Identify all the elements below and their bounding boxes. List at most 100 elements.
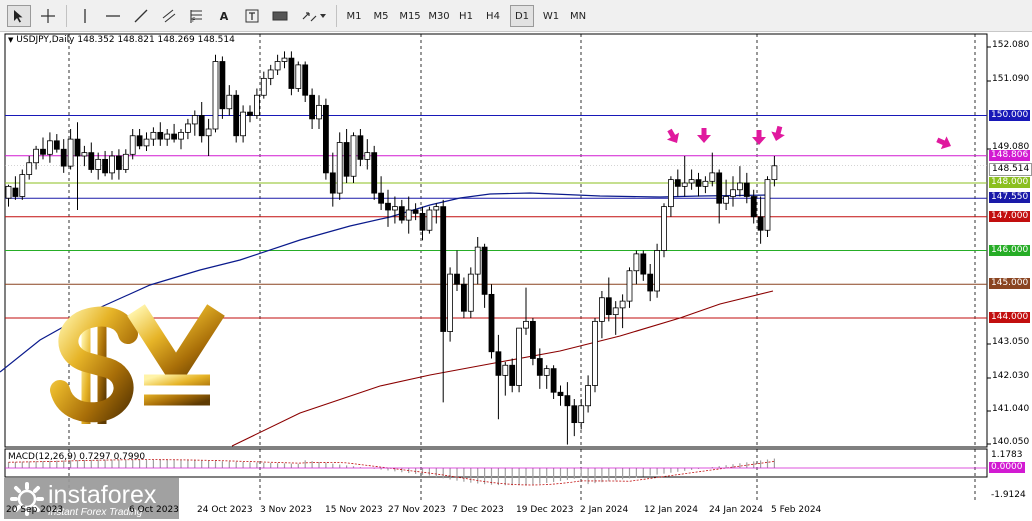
arrow-icon — [771, 125, 785, 141]
candle-body — [605, 297, 612, 316]
level-tag-147-550: 147.550 — [989, 192, 1031, 204]
candle-body — [129, 135, 136, 155]
candle-body — [60, 148, 67, 167]
candle-body — [405, 209, 412, 221]
price-tick: 152.080 — [992, 40, 1030, 50]
candle-body — [150, 131, 157, 140]
candle-body — [122, 153, 129, 170]
candle-body — [564, 395, 571, 407]
candle-body — [737, 182, 743, 191]
candle-body — [757, 216, 764, 231]
candle-body — [267, 69, 274, 79]
timeframe-h4[interactable]: H4 — [481, 5, 505, 27]
macd-label: MACD(12,26,9) 0.7297 0.7990 — [8, 452, 146, 462]
dollar-icon — [50, 306, 138, 424]
candle-body — [233, 94, 240, 137]
timeframe-mn[interactable]: MN — [565, 5, 591, 27]
collapse-arrow-icon[interactable]: ▼ — [8, 36, 13, 44]
text-label-icon[interactable] — [241, 5, 263, 27]
candle-body — [88, 152, 95, 170]
date-tick: 12 Jan 2024 — [644, 505, 698, 515]
timeframe-m15[interactable]: M15 — [396, 5, 424, 27]
candle-body — [295, 64, 302, 89]
vertical-line-icon[interactable] — [74, 5, 96, 27]
price-chart[interactable] — [0, 32, 1032, 521]
candle-body — [771, 165, 778, 181]
candle-body — [481, 246, 488, 295]
candle-body — [716, 172, 723, 204]
timeframe-m1[interactable]: M1 — [342, 5, 366, 27]
candle-body — [329, 172, 336, 194]
candle-body — [633, 253, 640, 272]
candle-body — [619, 300, 626, 309]
candle-body — [302, 64, 309, 96]
candle-body — [260, 77, 267, 96]
candle-body — [47, 140, 53, 155]
candle-body — [730, 189, 736, 197]
arrow-icon — [936, 136, 951, 150]
candle-body — [523, 320, 529, 329]
candle-body — [178, 131, 184, 140]
candle-body — [109, 155, 115, 174]
candle-body — [433, 206, 440, 211]
fibonacci-icon[interactable]: F — [185, 5, 207, 27]
candle-body — [164, 133, 171, 140]
chart-header-text: USDJPY,Daily 148.352 148.821 148.269 148… — [16, 35, 235, 45]
level-tag-144-000: 144.000 — [989, 312, 1031, 323]
candle-body — [288, 57, 295, 89]
date-tick: 5 Feb 2024 — [771, 505, 822, 515]
candle-body — [743, 182, 750, 197]
date-tick: 7 Dec 2023 — [452, 505, 504, 515]
level-tag-148-806: 148.806 — [989, 149, 1031, 161]
date-tick: 6 Oct 2023 — [129, 505, 179, 515]
date-tick: 3 Nov 2023 — [260, 505, 312, 515]
candle-body — [688, 179, 695, 184]
timeframe-m5[interactable]: M5 — [369, 5, 393, 27]
candle-body — [640, 253, 647, 275]
candle-body — [654, 250, 660, 292]
candle-body — [343, 142, 350, 177]
level-tag-147-000: 147.000 — [989, 210, 1031, 222]
cursor-icon[interactable] — [7, 5, 31, 27]
svg-text:F: F — [192, 17, 196, 23]
candle-body — [316, 104, 322, 120]
candle-body — [350, 135, 357, 177]
candle-body — [668, 179, 674, 208]
candle-body — [95, 158, 102, 170]
candle-body — [378, 192, 385, 204]
candle-body — [53, 140, 60, 150]
candle-body — [571, 405, 578, 424]
date-tick: 24 Jan 2024 — [709, 505, 763, 515]
candle-body — [253, 94, 260, 116]
candle-body — [19, 174, 26, 197]
text-tool-button[interactable]: A — [213, 5, 235, 27]
chart-header: ▼ USDJPY,Daily 148.352 148.821 148.269 1… — [8, 36, 235, 45]
price-tick: 143.050 — [992, 337, 1030, 347]
candle-body — [274, 61, 281, 71]
candle-body — [398, 206, 405, 221]
candle-body — [198, 115, 205, 137]
rectangle-icon[interactable] — [269, 5, 291, 27]
candle-body — [467, 273, 474, 312]
price-tick: 142.030 — [992, 371, 1030, 381]
horizontal-line-icon[interactable] — [102, 5, 124, 27]
candle-body — [750, 196, 757, 218]
candle-body — [557, 391, 564, 397]
timeframe-h1[interactable]: H1 — [454, 5, 478, 27]
timeframe-d1[interactable]: D1 — [510, 5, 534, 27]
crosshair-icon[interactable] — [36, 5, 60, 27]
toolbar: F A M1 M5 M15 M30 H1 H4 D1 W1 MN — [0, 0, 1032, 32]
candle-body — [81, 152, 88, 157]
candle-body — [205, 128, 212, 137]
timeframe-w1[interactable]: W1 — [538, 5, 564, 27]
level-tag-148-514: 148.514 — [989, 162, 1032, 176]
macd-axis-tick: 1.1783 — [991, 450, 1023, 460]
candle-body — [219, 61, 226, 110]
trendline-icon[interactable] — [130, 5, 152, 27]
candle-body — [474, 246, 481, 275]
channel-icon[interactable] — [158, 5, 180, 27]
candle-body — [674, 179, 681, 187]
candle-body — [240, 111, 247, 137]
timeframe-m30[interactable]: M30 — [425, 5, 453, 27]
arrows-dropdown-icon[interactable] — [297, 5, 331, 27]
